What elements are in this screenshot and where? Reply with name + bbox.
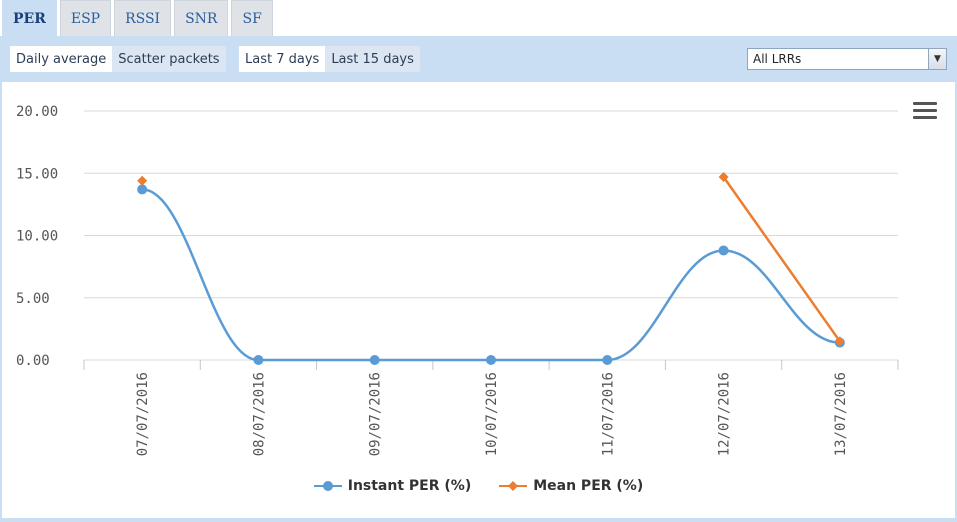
last-15-days-button[interactable]: Last 15 days: [325, 46, 420, 72]
tab-esp[interactable]: ESP: [59, 0, 112, 36]
daily-average-button[interactable]: Daily average: [10, 46, 113, 72]
range-button-group: Last 7 days Last 15 days: [239, 46, 420, 72]
legend-label-mean-per: Mean PER (%): [533, 478, 644, 494]
tab-per[interactable]: PER: [2, 0, 57, 36]
data-point-instant-per: [718, 245, 729, 256]
data-point-instant-per: [369, 355, 380, 365]
legend-diamond-marker-icon: [499, 481, 528, 491]
y-tick-label: 15.00: [16, 166, 58, 182]
legend-label-instant-per: Instant PER (%): [347, 478, 472, 494]
series-line-instant-per: [142, 188, 840, 362]
tab-rssi[interactable]: RSSI: [114, 0, 172, 36]
tab-snr[interactable]: SNR: [174, 0, 229, 36]
x-tick-label: 10/07/2016: [484, 372, 500, 456]
chart-toolbar: Daily average Scatter packets Last 7 day…: [10, 46, 947, 72]
x-tick-label: 08/07/2016: [251, 372, 267, 456]
x-tick-label: 11/07/2016: [600, 372, 616, 456]
lrr-select[interactable]: All LRRs ▼: [747, 48, 947, 70]
data-point-instant-per: [486, 355, 496, 365]
x-tick-label: 12/07/2016: [717, 372, 733, 456]
last-7-days-button[interactable]: Last 7 days: [239, 46, 326, 72]
chart-legend: Instant PER (%) Mean PER (%): [2, 478, 955, 494]
series-line-mean-per: [722, 176, 841, 343]
y-tick-label: 20.00: [16, 104, 58, 120]
chart-area: 0.00 5.00 10.00 15.00 20.00 07/07/2016 08/07/2…: [2, 82, 955, 518]
data-point-instant-per: [602, 355, 613, 365]
legend-item-mean-per[interactable]: Mean PER (%): [499, 478, 643, 494]
chevron-down-icon[interactable]: ▼: [928, 49, 946, 69]
y-tick-label: 5.00: [16, 291, 50, 307]
line-chart: 0.00 5.00 10.00 15.00 20.00 07/07/2016 08/07/2…: [16, 104, 899, 456]
lrr-select-value: All LRRs: [753, 52, 802, 66]
legend-circle-marker-icon: [313, 481, 342, 491]
scatter-packets-button[interactable]: Scatter packets: [112, 46, 225, 72]
y-tick-label: 10.00: [16, 229, 58, 245]
x-tick-label: 07/07/2016: [135, 372, 151, 456]
mode-button-group: Daily average Scatter packets: [10, 46, 226, 72]
y-tick-label: 0.00: [16, 353, 50, 369]
data-point-instant-per: [137, 184, 148, 195]
data-point-mean-per: [137, 175, 148, 186]
hamburger-menu-icon[interactable]: [913, 102, 937, 122]
legend-item-instant-per[interactable]: Instant PER (%): [313, 478, 472, 494]
x-tick-label: 09/07/2016: [368, 372, 384, 456]
data-point-instant-per: [253, 355, 264, 365]
tab-sf[interactable]: SF: [231, 0, 273, 36]
chart-tabs: PER ESP RSSI SNR SF: [2, 0, 276, 36]
x-tick-label: 13/07/2016: [833, 372, 849, 456]
